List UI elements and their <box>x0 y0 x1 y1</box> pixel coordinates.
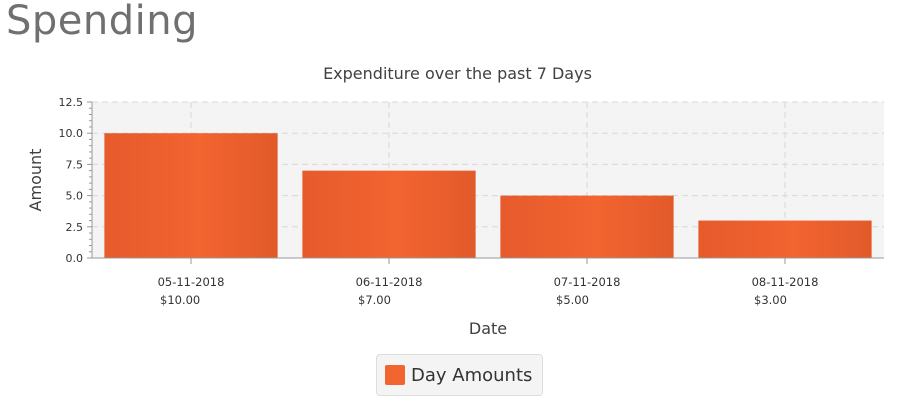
x-tick-label: 06-11-2018 <box>356 275 423 289</box>
y-tick-label: 5.0 <box>66 190 84 203</box>
x-tick-label: 05-11-2018 <box>158 275 225 289</box>
x-tick-sublabel: $10.00 <box>160 293 200 307</box>
y-axis-title: Amount <box>26 149 45 212</box>
y-tick-label: 0.0 <box>66 252 84 265</box>
y-tick-label: 7.5 <box>66 158 84 171</box>
x-tick-label: 08-11-2018 <box>752 275 819 289</box>
x-tick-label: 07-11-2018 <box>554 275 621 289</box>
bar-05-11-2018 <box>104 133 278 258</box>
legend-label-day-amounts: Day Amounts <box>411 364 533 386</box>
y-tick-label: 12.5 <box>59 96 84 109</box>
legend-swatch-day-amounts <box>385 365 405 385</box>
bar-08-11-2018 <box>698 220 872 258</box>
x-axis-title: Date <box>469 319 507 338</box>
bar-chart: 0.0 2.5 5.0 7.5 10.0 12.5 05-11-2018 $10.00 06-1… <box>26 96 884 338</box>
bar-06-11-2018 <box>302 170 476 258</box>
bar-07-11-2018 <box>500 195 674 258</box>
x-tick-sublabel: $5.00 <box>556 293 589 307</box>
chart-legend: Day Amounts <box>376 354 544 396</box>
y-tick-label: 2.5 <box>66 221 84 234</box>
x-tick-sublabel: $7.00 <box>358 293 391 307</box>
y-tick-label: 10.0 <box>59 127 84 140</box>
spending-page: Spending Expenditure over the past 7 Day… <box>0 0 915 405</box>
x-tick-sublabel: $3.00 <box>754 293 787 307</box>
